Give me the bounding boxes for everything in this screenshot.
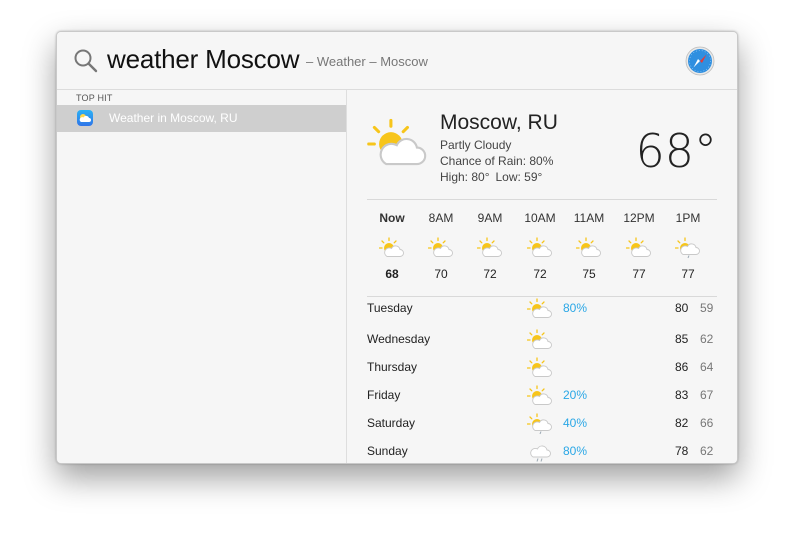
- day-name: Wednesday: [367, 332, 431, 346]
- safari-icon[interactable]: [685, 46, 715, 76]
- partly-cloudy-icon: [626, 237, 652, 259]
- search-bar[interactable]: weather Moscow – Weather – Moscow: [57, 32, 737, 90]
- day-high: 78: [675, 444, 689, 458]
- hour-column: 11AM 75: [564, 208, 614, 281]
- divider: [367, 296, 717, 297]
- hour-temp: 77: [681, 267, 695, 281]
- rain-percent: 80%: [563, 301, 588, 315]
- hour-temp: 77: [632, 267, 646, 281]
- rain-percent: 40%: [563, 416, 588, 430]
- top-hit-label: Weather in Moscow, RU: [109, 111, 238, 125]
- hour-column: 10AM 72: [515, 208, 565, 281]
- partly-cloudy-icon: [477, 237, 503, 259]
- rain-percent: 80%: [563, 444, 588, 458]
- spotlight-window: weather Moscow – Weather – Moscow TOP HI…: [56, 31, 738, 464]
- partly-cloudy-icon: [527, 329, 553, 351]
- hour-label: 8AM: [428, 211, 454, 225]
- partly-cloudy-rain-icon: [527, 413, 553, 435]
- day-high: 83: [675, 388, 689, 402]
- weather-preview: Moscow, RU Partly Cloudy Chance of Rain:…: [347, 90, 737, 463]
- day-row: Friday 20% 83 67: [367, 385, 717, 411]
- partly-cloudy-icon: [527, 237, 553, 259]
- low-temp: Low: 59°: [495, 170, 543, 184]
- day-low: 64: [700, 360, 714, 374]
- day-name: Tuesday: [367, 301, 413, 315]
- hour-temp: 70: [434, 267, 448, 281]
- search-icon: [74, 49, 98, 73]
- day-name: Thursday: [367, 360, 418, 374]
- hour-label: 11AM: [573, 211, 605, 225]
- hour-temp: 75: [582, 267, 596, 281]
- hour-temp: 72: [533, 267, 547, 281]
- hour-label: 9AM: [477, 211, 503, 225]
- partly-cloudy-icon: [367, 118, 429, 170]
- day-name: Saturday: [367, 416, 416, 430]
- day-high: 86: [675, 360, 689, 374]
- hour-label: 1PM: [675, 211, 701, 225]
- search-completion-hint: – Weather – Moscow: [306, 54, 428, 69]
- divider: [367, 199, 717, 200]
- rain-icon: [527, 441, 553, 463]
- results-sidebar: TOP HIT Weather in Moscow, RU: [57, 90, 347, 463]
- hour-column: 1PM 77: [663, 208, 713, 281]
- partly-cloudy-icon: [527, 357, 553, 379]
- day-high: 85: [675, 332, 689, 346]
- day-row: Sunday 80% 78 62: [367, 441, 717, 464]
- high-low: High: 80° Low: 59°: [440, 170, 548, 184]
- day-row: Tuesday 80% 80 59: [367, 298, 717, 324]
- weather-app-icon: [77, 110, 93, 126]
- hour-temp: 72: [483, 267, 497, 281]
- hour-column: 12PM 77: [614, 208, 664, 281]
- rain-percent: 20%: [563, 388, 588, 402]
- day-row: Saturday 40% 82 66: [367, 413, 717, 439]
- day-high: 82: [675, 416, 689, 430]
- top-hit-header: TOP HIT: [76, 93, 113, 103]
- day-low: 62: [700, 332, 714, 346]
- day-row: Wednesday 85 62: [367, 329, 717, 355]
- partly-cloudy-icon: [379, 237, 405, 259]
- top-hit-result[interactable]: Weather in Moscow, RU: [57, 105, 346, 132]
- hour-temp: 68: [385, 267, 399, 281]
- day-low: 66: [700, 416, 714, 430]
- hour-label: Now: [379, 211, 405, 225]
- hour-column: 8AM 70: [416, 208, 466, 281]
- partly-cloudy-icon: [527, 298, 553, 320]
- partly-cloudy-icon: [428, 237, 454, 259]
- city-name: Moscow, RU: [440, 111, 558, 134]
- day-high: 80: [675, 301, 689, 315]
- day-low: 59: [700, 301, 714, 315]
- hour-label: 12PM: [623, 211, 655, 225]
- partly-cloudy-icon: [576, 237, 602, 259]
- high-temp: High: 80°: [440, 170, 490, 184]
- day-name: Sunday: [367, 444, 408, 458]
- hour-column: 9AM 72: [465, 208, 515, 281]
- hourly-forecast: Now 68 8AM 70 9AM 72 10AM 72 11AM 75 12P…: [367, 208, 717, 288]
- rain-chance: Chance of Rain: 80%: [440, 154, 554, 168]
- hour-label: 10AM: [524, 211, 556, 225]
- day-low: 62: [700, 444, 714, 458]
- hour-column: Now 68: [367, 208, 417, 281]
- partly-cloudy-rain-icon: [675, 237, 701, 259]
- day-row: Thursday 86 64: [367, 357, 717, 383]
- day-name: Friday: [367, 388, 401, 402]
- partly-cloudy-icon: [527, 385, 553, 407]
- search-query[interactable]: weather Moscow: [107, 44, 299, 75]
- day-low: 67: [700, 388, 714, 402]
- current-temperature: 68°: [635, 124, 717, 178]
- condition-text: Partly Cloudy: [440, 138, 512, 152]
